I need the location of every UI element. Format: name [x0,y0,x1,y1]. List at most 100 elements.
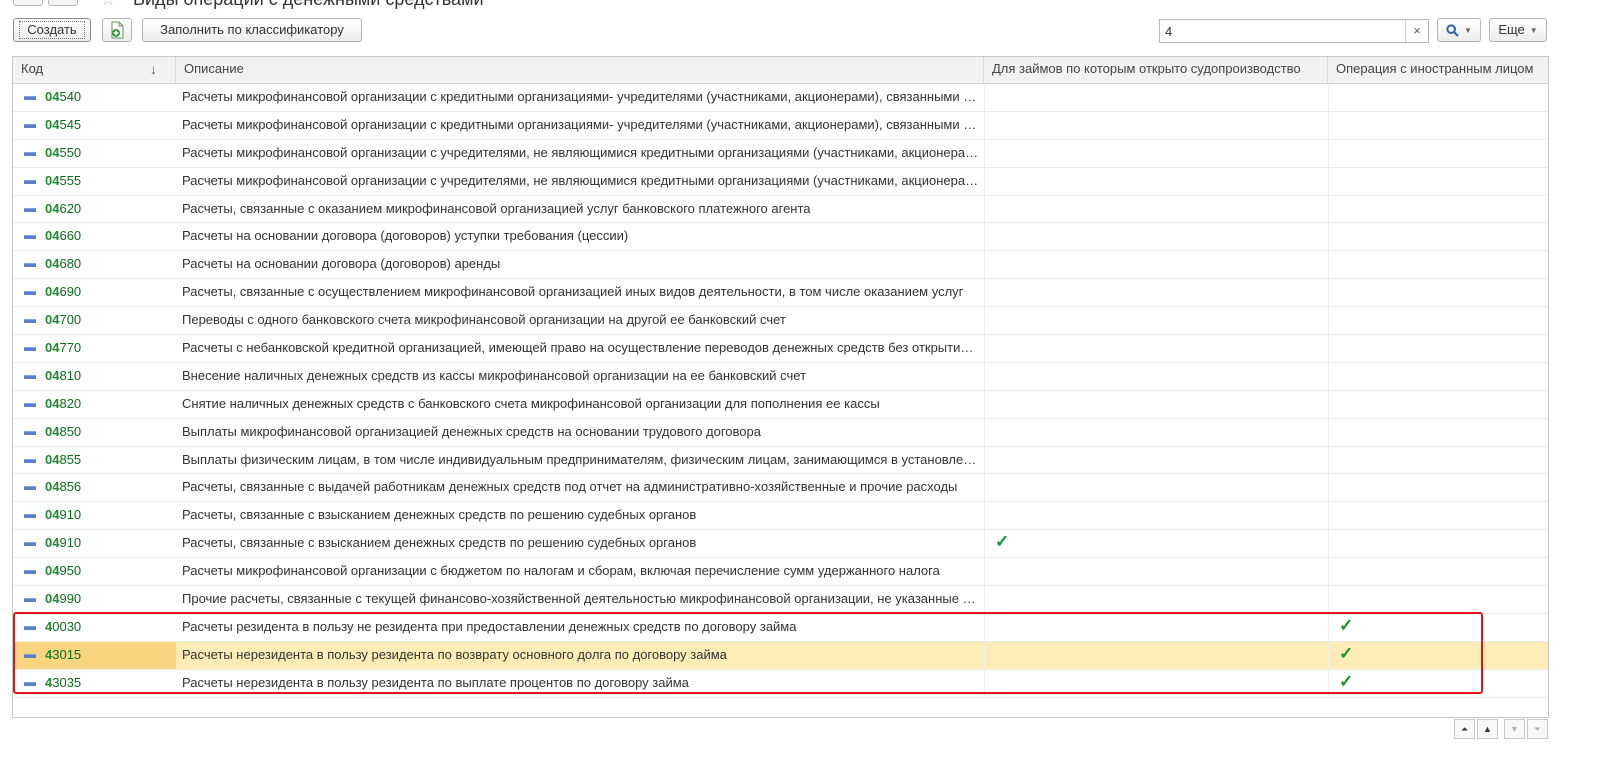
description-cell[interactable]: Расчеты нерезидента в пользу резидента п… [176,642,984,669]
foreign-party-cell[interactable] [1328,111,1548,139]
code-cell[interactable]: 40030 [13,614,176,641]
scroll-to-top-button[interactable]: ⏶ [1454,719,1475,739]
description-cell[interactable]: Расчеты на основании договора (договоров… [176,223,984,250]
code-cell[interactable]: 04550 [13,140,176,167]
court-proceedings-cell[interactable] [984,474,1328,502]
table-row[interactable]: 04680 Расчеты на основании договора (дого… [13,251,1548,280]
more-button[interactable]: Еще ▼ [1489,18,1547,42]
description-cell[interactable]: Расчеты, связанные с взысканием денежных… [176,530,984,557]
foreign-party-cell[interactable] [1328,418,1548,446]
code-cell[interactable]: 04856 [13,474,176,501]
description-cell[interactable]: Расчеты микрофинансовой организации с кр… [176,84,984,111]
foreign-party-cell[interactable] [1328,279,1548,307]
fill-by-classifier-button[interactable]: Заполнить по классификатору [142,18,362,42]
code-cell[interactable]: 04910 [13,530,176,557]
foreign-party-cell[interactable] [1328,307,1548,335]
code-cell[interactable]: 04910 [13,502,176,529]
description-cell[interactable]: Переводы с одного банковского счета микр… [176,307,984,334]
table-row[interactable]: 04910 Расчеты, связанные с взысканием ден… [13,502,1548,531]
column-header-code[interactable]: Код ↓ [13,57,176,83]
foreign-party-cell[interactable]: ✓ [1328,641,1548,669]
court-proceedings-cell[interactable] [984,251,1328,279]
search-input[interactable] [1165,22,1400,40]
column-header-description[interactable]: Описание [176,57,984,83]
code-cell[interactable]: 43035 [13,670,176,697]
court-proceedings-cell[interactable] [984,362,1328,390]
table-row[interactable]: 04545 Расчеты микрофинансовой организации… [13,111,1548,140]
table-row[interactable]: 04620 Расчеты, связанные с оказанием микр… [13,195,1548,224]
add-document-button[interactable] [102,18,132,42]
description-cell[interactable]: Расчеты нерезидента в пользу резидента п… [176,670,984,697]
table-row[interactable]: 43035 Расчеты нерезидента в пользу резиде… [13,669,1548,698]
find-button[interactable]: ▼ [1437,18,1481,42]
description-cell[interactable]: Расчеты, связанные с взысканием денежных… [176,502,984,529]
court-proceedings-cell[interactable]: ✓ [984,530,1328,558]
court-proceedings-cell[interactable] [984,279,1328,307]
table-row[interactable]: 04700 Переводы с одного банковского счета… [13,307,1548,336]
foreign-party-cell[interactable] [1328,362,1548,390]
table-row[interactable]: 04856 Расчеты, связанные с выдачей работн… [13,474,1548,503]
table-row[interactable]: 04810 Внесение наличных денежных средств … [13,362,1548,391]
foreign-party-cell[interactable] [1328,167,1548,195]
court-proceedings-cell[interactable] [984,307,1328,335]
description-cell[interactable]: Прочие расчеты, связанные с текущей фина… [176,586,984,613]
court-proceedings-cell[interactable] [984,84,1328,111]
court-proceedings-cell[interactable] [984,586,1328,613]
description-cell[interactable]: Выплаты физическим лицам, в том числе ин… [176,447,984,474]
code-cell[interactable]: 04810 [13,363,176,390]
foreign-party-cell[interactable] [1328,139,1548,167]
foreign-party-cell[interactable]: ✓ [1328,613,1548,641]
code-cell[interactable]: 04660 [13,223,176,250]
description-cell[interactable]: Расчеты с небанковской кредитной организ… [176,335,984,362]
code-cell[interactable]: 04820 [13,391,176,418]
table-row[interactable]: 04950 Расчеты микрофинансовой организации… [13,558,1548,587]
description-cell[interactable]: Расчеты микрофинансовой организации с уч… [176,168,984,195]
court-proceedings-cell[interactable] [984,641,1328,669]
code-cell[interactable]: 04690 [13,279,176,306]
court-proceedings-cell[interactable] [984,446,1328,474]
table-row[interactable]: 04690 Расчеты, связанные с осуществлением… [13,279,1548,308]
table-row[interactable]: 04555 Расчеты микрофинансовой организации… [13,167,1548,196]
table-row[interactable]: 04910 Расчеты, связанные с взысканием ден… [13,530,1548,559]
court-proceedings-cell[interactable] [984,390,1328,418]
court-proceedings-cell[interactable] [984,418,1328,446]
foreign-party-cell[interactable] [1328,223,1548,251]
code-cell[interactable]: 04990 [13,586,176,613]
code-cell[interactable]: 04540 [13,84,176,111]
code-cell[interactable]: 04545 [13,112,176,139]
foreign-party-cell[interactable] [1328,335,1548,362]
scroll-down-button[interactable]: ▼ [1504,719,1525,739]
column-header-foreign-party[interactable]: Операция с иностранным лицом [1328,57,1548,83]
foreign-party-cell[interactable] [1328,502,1548,530]
foreign-party-cell[interactable] [1328,530,1548,558]
description-cell[interactable]: Расчеты, связанные с осуществлением микр… [176,279,984,306]
code-cell[interactable]: 04855 [13,447,176,474]
description-cell[interactable]: Внесение наличных денежных средств из ка… [176,363,984,390]
table-row[interactable]: 04540 Расчеты микрофинансовой организации… [13,84,1548,112]
foreign-party-cell[interactable] [1328,586,1548,613]
table-row[interactable]: 04550 Расчеты микрофинансовой организации… [13,139,1548,168]
table-row[interactable]: 04660 Расчеты на основании договора (дого… [13,223,1548,252]
create-button[interactable]: Создать [13,18,91,42]
table-row[interactable]: 04855 Выплаты физическим лицам, в том чис… [13,446,1548,475]
scroll-up-button[interactable]: ▲ [1477,719,1498,739]
table-row[interactable]: 04850 Выплаты микрофинансовой организацие… [13,418,1548,447]
star-icon[interactable]: ☆ [100,0,116,8]
description-cell[interactable]: Расчеты микрофинансовой организации с кр… [176,112,984,139]
code-cell[interactable]: 04555 [13,168,176,195]
table-row[interactable]: 43015 Расчеты нерезидента в пользу резиде… [13,641,1548,670]
code-cell[interactable]: 04680 [13,251,176,278]
sort-descending-icon[interactable]: ↓ [150,57,157,81]
column-header-court-proceedings[interactable]: Для займов по которым открыто судопроизв… [984,57,1328,83]
court-proceedings-cell[interactable] [984,502,1328,530]
court-proceedings-cell[interactable] [984,195,1328,223]
court-proceedings-cell[interactable] [984,613,1328,641]
description-cell[interactable]: Выплаты микрофинансовой организацией ден… [176,419,984,446]
code-cell[interactable]: 04850 [13,419,176,446]
description-cell[interactable]: Расчеты микрофинансовой организации с бю… [176,558,984,585]
code-cell[interactable]: 04700 [13,307,176,334]
code-cell[interactable]: 04620 [13,196,176,223]
description-cell[interactable]: Расчеты резидента в пользу не резидента … [176,614,984,641]
description-cell[interactable]: Расчеты на основании договора (договоров… [176,251,984,278]
table-row[interactable]: 04990 Прочие расчеты, связанные с текущей… [13,586,1548,614]
